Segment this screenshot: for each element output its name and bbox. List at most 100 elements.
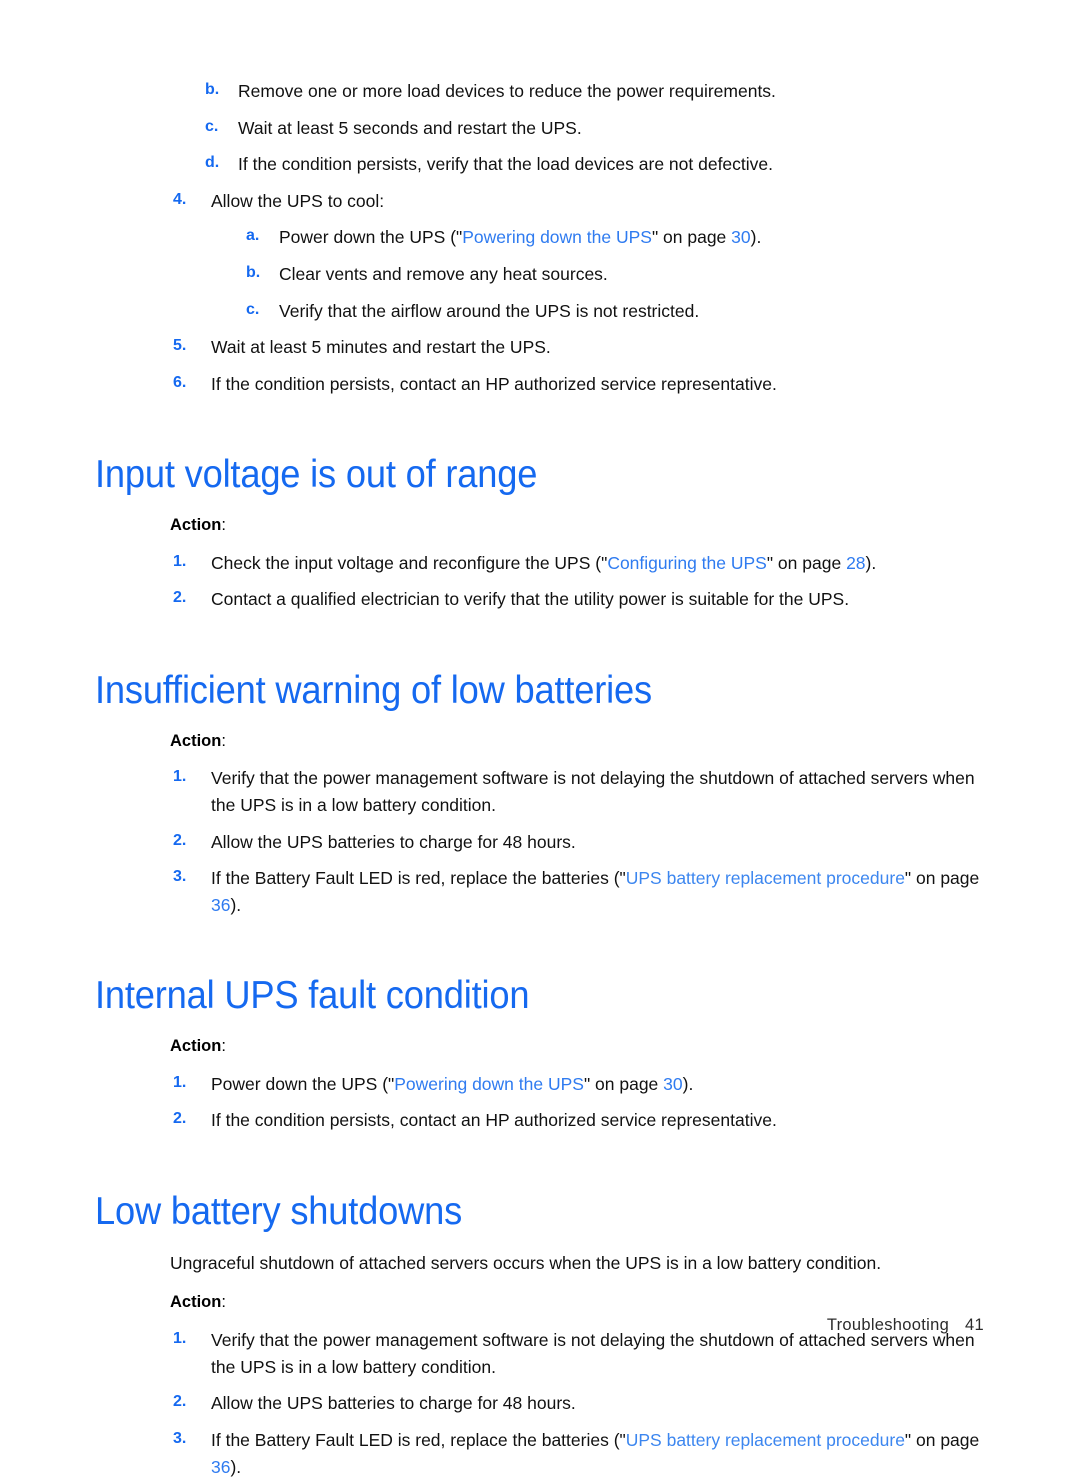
action-label: Action: (170, 513, 980, 538)
section-heading-low-battery-shutdowns: Low battery shutdowns (95, 1190, 1080, 1234)
list-item: d. If the condition persists, verify tha… (205, 151, 980, 178)
list-item: 5. Wait at least 5 minutes and restart t… (173, 334, 980, 361)
list-marker: 1. (173, 1073, 187, 1091)
page-number-link[interactable]: 36 (211, 1457, 230, 1477)
cross-reference-link[interactable]: UPS battery replacement procedure (626, 868, 905, 888)
list-item: 2. Allow the UPS batteries to charge for… (173, 1390, 980, 1417)
list-item-text: Wait at least 5 minutes and restart the … (211, 337, 551, 358)
list-item: 2. Contact a qualified electrician to ve… (173, 586, 980, 613)
section-heading-insufficient-warning: Insufficient warning of low batteries (95, 669, 1080, 713)
section-body-insufficient-warning: Action: 1. Verify that the power managem… (170, 729, 980, 919)
continued-procedure-body: b. Remove one or more load devices to re… (170, 78, 980, 397)
list-item: 1. Power down the UPS ("Powering down th… (173, 1071, 980, 1098)
text-after-link: " on page (583, 1073, 664, 1094)
action-label-colon: : (221, 1293, 226, 1312)
text-after-link: " on page (651, 227, 732, 248)
list-item-text: Check the input voltage and reconfigure … (211, 550, 980, 577)
list-item-text: If the Battery Fault LED is red, replace… (211, 865, 980, 918)
section-body-low-battery-shutdowns: Ungraceful shutdown of attached servers … (170, 1250, 980, 1480)
list-item-text: Allow the UPS to cool: (211, 190, 385, 211)
list-item: a. Power down the UPS ("Powering down th… (246, 224, 980, 251)
list-item-text: Contact a qualified electrician to verif… (211, 589, 850, 610)
text-before-link: If the Battery Fault LED is red, replace… (211, 1429, 626, 1450)
list-item: 6. If the condition persists, contact an… (173, 371, 980, 398)
action-label-colon: : (221, 731, 226, 750)
list-marker: 6. (173, 373, 187, 391)
list-marker: d. (205, 154, 220, 172)
text-tail: ). (230, 1456, 242, 1477)
list-item: 4. Allow the UPS to cool: a. Power down … (173, 188, 980, 324)
list-item: 1. Check the input voltage and reconfigu… (173, 550, 980, 577)
list-marker: b. (205, 81, 220, 98)
list-item: c. Wait at least 5 seconds and restart t… (205, 115, 980, 142)
list-marker: 4. (173, 190, 187, 208)
page-number-link[interactable]: 30 (663, 1074, 682, 1094)
page-number-link[interactable]: 36 (211, 895, 230, 915)
list-item-text: If the condition persists, verify that t… (238, 154, 774, 175)
action-label-text: Action (170, 1037, 222, 1056)
document-page: b. Remove one or more load devices to re… (0, 0, 1080, 1477)
section-intro-paragraph: Ungraceful shutdown of attached servers … (170, 1252, 882, 1273)
list-item: b. Clear vents and remove any heat sourc… (246, 261, 980, 288)
page-title: Input voltage is out of range (95, 453, 538, 497)
list-item-text: Allow the UPS batteries to charge for 48… (211, 1393, 576, 1414)
action-label: Action: (170, 1034, 980, 1059)
list-marker: 1. (173, 768, 187, 786)
text-tail: ). (750, 227, 762, 248)
action-label-colon: : (221, 1037, 226, 1056)
list-item: 3. If the Battery Fault LED is red, repl… (173, 1427, 980, 1480)
list-marker: a. (246, 227, 260, 245)
list-item: 1. Verify that the power management soft… (173, 1327, 980, 1380)
text-tail: ). (230, 894, 242, 915)
list-marker: b. (246, 263, 261, 281)
list-item-text: If the condition persists, contact an HP… (211, 1110, 777, 1131)
list-item-text: If the condition persists, contact an HP… (211, 373, 777, 394)
text-after-link: " on page (904, 1429, 980, 1450)
section-body-input-voltage: Action: 1. Check the input voltage and r… (170, 513, 980, 613)
list-item-text: Clear vents and remove any heat sources. (279, 263, 608, 284)
cross-reference-link[interactable]: Powering down the UPS (394, 1074, 584, 1094)
action-list: 1. Verify that the power management soft… (173, 765, 980, 918)
cross-reference-link[interactable]: UPS battery replacement procedure (626, 1430, 905, 1450)
list-marker: 2. (173, 831, 187, 849)
cross-reference-link[interactable]: Configuring the UPS (607, 553, 767, 573)
list-item-text: Verify that the power management softwar… (211, 1330, 975, 1377)
list-marker: 3. (173, 1429, 187, 1447)
list-item-text: If the Battery Fault LED is red, replace… (211, 1427, 980, 1480)
text-before-link: Power down the UPS (" (279, 227, 463, 248)
action-list: 1. Power down the UPS ("Powering down th… (173, 1071, 980, 1134)
list-marker: 5. (173, 337, 187, 355)
footer-page-number: 41 (965, 1316, 984, 1334)
list-item: 1. Verify that the power management soft… (173, 765, 980, 818)
page-title: Internal UPS fault condition (95, 974, 530, 1018)
list-item-text: Power down the UPS ("Powering down the U… (211, 1071, 980, 1098)
numbered-list-continued: 4. Allow the UPS to cool: a. Power down … (173, 188, 980, 398)
list-marker: 2. (173, 1393, 187, 1411)
section-body-internal-fault: Action: 1. Power down the UPS ("Powering… (170, 1034, 980, 1134)
text-before-link: Check the input voltage and reconfigure … (211, 552, 608, 573)
page-title: Insufficient warning of low batteries (95, 668, 652, 712)
list-item-text: Verify that the power management softwar… (211, 768, 975, 815)
list-marker: 2. (173, 1110, 187, 1128)
cross-reference-link[interactable]: Powering down the UPS (462, 227, 652, 247)
sub-list-item4: a. Power down the UPS ("Powering down th… (246, 224, 980, 324)
list-marker: c. (246, 300, 260, 318)
action-label: Action: (170, 1290, 980, 1315)
list-item: 2. Allow the UPS batteries to charge for… (173, 829, 980, 856)
list-item-text: Allow the UPS batteries to charge for 48… (211, 831, 576, 852)
action-label-text: Action (170, 516, 222, 535)
text-after-link: " on page (904, 868, 980, 889)
text-before-link: If the Battery Fault LED is red, replace… (211, 868, 626, 889)
action-list: 1. Verify that the power management soft… (173, 1327, 980, 1480)
list-marker: 3. (173, 868, 187, 886)
list-item: b. Remove one or more load devices to re… (205, 78, 980, 105)
list-item: 3. If the Battery Fault LED is red, repl… (173, 865, 980, 918)
page-number-link[interactable]: 30 (731, 227, 750, 247)
list-item: 2. If the condition persists, contact an… (173, 1107, 980, 1134)
action-label-text: Action (170, 1293, 222, 1312)
action-label-text: Action (170, 731, 222, 750)
list-marker: c. (205, 117, 219, 135)
page-number-link[interactable]: 28 (846, 553, 865, 573)
page-footer: Troubleshooting 41 (0, 1316, 1080, 1335)
list-item-text: Remove one or more load devices to reduc… (238, 81, 776, 101)
